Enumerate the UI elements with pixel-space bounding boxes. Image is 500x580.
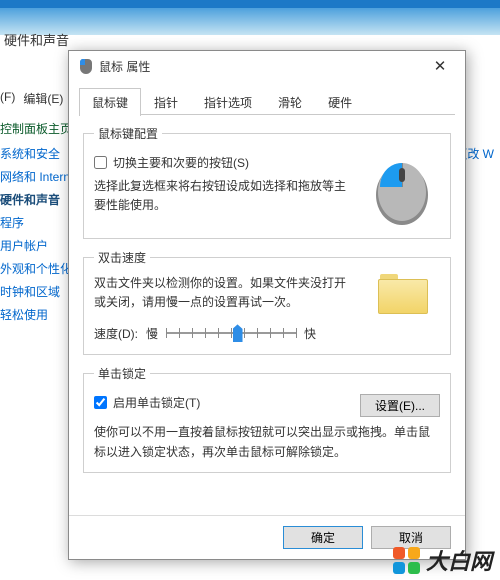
swap-buttons-checkbox-row[interactable]: 切换主要和次要的按钮(S): [94, 154, 354, 171]
double-click-desc: 双击文件夹以检测你的设置。如果文件夹没打开或关闭，请用慢一点的设置再试一次。: [94, 274, 354, 312]
dialog-title: 鼠标 属性: [99, 58, 423, 75]
clicklock-checkbox[interactable]: [94, 396, 107, 409]
tab-0[interactable]: 鼠标键: [79, 88, 141, 116]
speed-label: 速度(D):: [94, 325, 138, 342]
ok-button[interactable]: 确定: [283, 526, 363, 549]
group-double-click-speed: 双击速度 双击文件夹以检测你的设置。如果文件夹没打开或关闭，请用慢一点的设置再试…: [83, 249, 451, 355]
close-button[interactable]: ✕: [423, 55, 457, 77]
dialog-tabs: 鼠标键指针指针选项滑轮硬件: [69, 81, 465, 115]
mouse-properties-dialog: 鼠标 属性 ✕ 鼠标键指针指针选项滑轮硬件 鼠标键配置 切换主要和次要的按钮(S…: [68, 50, 466, 560]
menu-edit[interactable]: 编辑(E): [23, 90, 63, 107]
test-folder-icon[interactable]: [378, 274, 426, 312]
watermark: 大白网: [393, 544, 492, 576]
swap-buttons-desc: 选择此复选框来将右按钮设成如选择和拖放等主要性能使用。: [94, 177, 354, 215]
control-panel-menu: (F) 编辑(E): [0, 90, 63, 107]
tab-2[interactable]: 指针选项: [191, 88, 265, 116]
speed-fast-label: 快: [304, 325, 316, 342]
mouse-illustration: [372, 150, 432, 228]
group-button-config-legend: 鼠标键配置: [94, 125, 162, 142]
tab-3[interactable]: 滑轮: [265, 88, 315, 116]
group-double-click-legend: 双击速度: [94, 249, 150, 266]
dialog-titlebar[interactable]: 鼠标 属性 ✕: [69, 51, 465, 81]
tab-4[interactable]: 硬件: [315, 88, 365, 116]
menu-file[interactable]: (F): [0, 90, 15, 107]
clicklock-desc: 使你可以不用一直按着鼠标按钮就可以突出显示或拖拽。单击鼠标以进入锁定状态，再次单…: [94, 423, 440, 461]
clicklock-label: 启用单击锁定(T): [113, 394, 200, 411]
swap-buttons-checkbox[interactable]: [94, 156, 107, 169]
mouse-icon: [77, 58, 93, 74]
swap-buttons-label: 切换主要和次要的按钮(S): [113, 154, 249, 171]
tab-1[interactable]: 指针: [141, 88, 191, 116]
group-button-config: 鼠标键配置 切换主要和次要的按钮(S) 选择此复选框来将右按钮设成如选择和拖放等…: [83, 125, 451, 239]
clicklock-checkbox-row[interactable]: 启用单击锁定(T): [94, 394, 350, 411]
speed-slow-label: 慢: [146, 325, 158, 342]
control-panel-title: 硬件和声音: [4, 30, 69, 49]
clicklock-settings-button[interactable]: 设置(E)...: [360, 394, 440, 417]
double-click-speed-slider[interactable]: [166, 322, 296, 344]
group-click-lock: 单击锁定 启用单击锁定(T) 设置(E)... 使你可以不用一直按着鼠标按钮就可…: [83, 365, 451, 472]
group-click-lock-legend: 单击锁定: [94, 365, 150, 382]
